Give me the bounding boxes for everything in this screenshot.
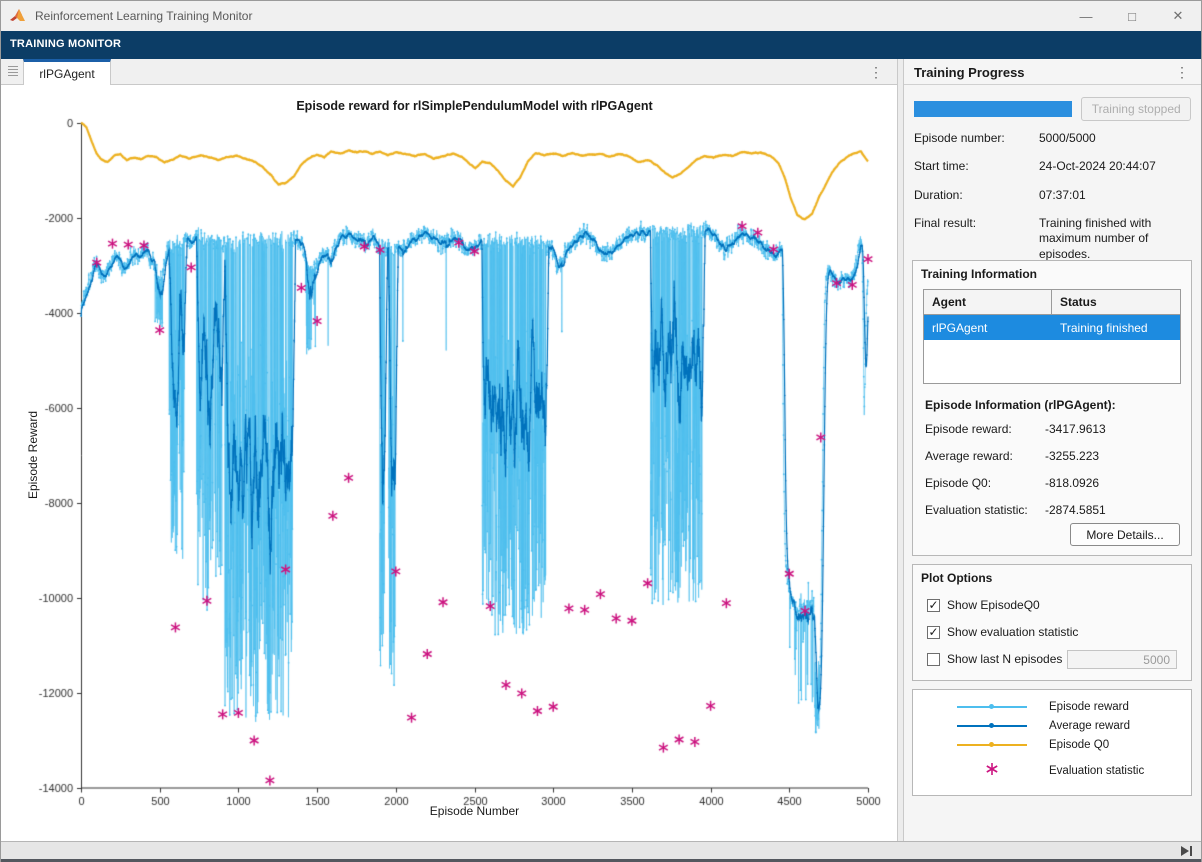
episode-number-value: 5000/5000 bbox=[1039, 131, 1191, 146]
y-axis-label: Episode Reward bbox=[26, 395, 40, 515]
panel-header: Training Progress ⋮ bbox=[904, 59, 1201, 85]
episode-reward-label: Episode reward: bbox=[925, 422, 1045, 436]
training-plot-canvas[interactable] bbox=[1, 86, 897, 841]
window-controls: — □ ✕ bbox=[1063, 1, 1201, 31]
table-header-row: Agent Status bbox=[924, 290, 1180, 315]
minimize-button[interactable]: — bbox=[1063, 1, 1109, 31]
duration-label: Duration: bbox=[914, 188, 1039, 203]
show-last-n-episodes-label: Show last N episodes bbox=[947, 652, 1062, 666]
show-episodeq0-checkbox[interactable]: ✓ bbox=[927, 599, 940, 612]
evaluation-statistic-value: -2874.5851 bbox=[1045, 503, 1106, 517]
average-reward-row: Average reward: -3255.223 bbox=[925, 449, 1191, 463]
show-last-n-episodes-checkbox[interactable] bbox=[927, 653, 940, 666]
status-cell: Training finished bbox=[1052, 315, 1180, 340]
show-last-n-episodes-row: Show last N episodes bbox=[927, 650, 1191, 668]
bottom-status-strip bbox=[1, 841, 1201, 859]
evaluation-statistic-row: Evaluation statistic: -2874.5851 bbox=[925, 503, 1191, 517]
average-reward-value: -3255.223 bbox=[1045, 449, 1099, 463]
progress-row: Training stopped bbox=[914, 97, 1191, 121]
episode-number-label: Episode number: bbox=[914, 131, 1039, 146]
start-time-value: 24-Oct-2024 20:44:07 bbox=[1039, 159, 1191, 174]
close-button[interactable]: ✕ bbox=[1155, 1, 1201, 31]
progress-info-rows: Episode number: 5000/5000 Start time: 24… bbox=[914, 131, 1191, 262]
final-result-row: Final result: Training finished with max… bbox=[914, 216, 1191, 262]
progress-fill bbox=[914, 101, 1072, 117]
panel-title: Training Progress bbox=[904, 59, 1201, 80]
show-evaluation-statistic-label: Show evaluation statistic bbox=[947, 625, 1078, 639]
expand-right-arrow-icon[interactable] bbox=[1181, 846, 1195, 856]
duration-row: Duration: 07:37:01 bbox=[914, 188, 1191, 203]
average-reward-swatch-icon bbox=[957, 719, 1027, 732]
tab-grip-icon[interactable] bbox=[8, 66, 18, 77]
episode-q0-swatch-icon bbox=[957, 738, 1027, 751]
panel-menu-icon[interactable]: ⋮ bbox=[1175, 65, 1189, 79]
legend-item-evaluation-statistic: Evaluation statistic bbox=[957, 761, 1191, 780]
document-pane: rlPGAgent ⋮ Episode reward for rlSimpleP… bbox=[1, 59, 897, 841]
start-time-label: Start time: bbox=[914, 159, 1039, 174]
legend-item-episode-reward: Episode reward bbox=[957, 697, 1191, 716]
final-result-value: Training finished with maximum number of… bbox=[1039, 216, 1191, 262]
episode-reward-swatch-icon bbox=[957, 700, 1027, 713]
chart-legend: Episode reward Average reward Episode Q0 bbox=[912, 689, 1192, 796]
pane-divider[interactable] bbox=[897, 59, 904, 841]
training-information-group: Training Information Agent Status rlPGAg… bbox=[912, 260, 1192, 556]
episode-stat-rows: Episode reward: -3417.9613 Average rewar… bbox=[925, 422, 1191, 517]
training-progress-bar bbox=[914, 101, 1072, 117]
training-information-title: Training Information bbox=[913, 261, 1191, 283]
last-n-episodes-input[interactable] bbox=[1067, 650, 1177, 669]
agent-status-table: Agent Status rlPGAgent Training finished bbox=[923, 289, 1181, 384]
maximize-button[interactable]: □ bbox=[1109, 1, 1155, 31]
agent-column-header[interactable]: Agent bbox=[924, 290, 1052, 314]
episode-q0-label: Episode Q0: bbox=[925, 476, 1045, 490]
status-column-header[interactable]: Status bbox=[1052, 290, 1180, 314]
legend-episode-q0-label: Episode Q0 bbox=[1049, 739, 1109, 751]
episode-number-row: Episode number: 5000/5000 bbox=[914, 131, 1191, 146]
evaluation-statistic-star-icon bbox=[957, 762, 1027, 779]
legend-episode-reward-label: Episode reward bbox=[1049, 701, 1129, 713]
training-stopped-button[interactable]: Training stopped bbox=[1081, 97, 1191, 121]
show-evaluation-statistic-checkbox[interactable]: ✓ bbox=[927, 626, 940, 639]
titlebar: Reinforcement Learning Training Monitor … bbox=[1, 1, 1201, 31]
tab-rlpgagent[interactable]: rlPGAgent bbox=[23, 59, 111, 85]
training-figure: Episode reward for rlSimplePendulumModel… bbox=[1, 86, 897, 841]
main-area: rlPGAgent ⋮ Episode reward for rlSimpleP… bbox=[1, 59, 1201, 841]
duration-value: 07:37:01 bbox=[1039, 188, 1191, 203]
start-time-row: Start time: 24-Oct-2024 20:44:07 bbox=[914, 159, 1191, 174]
plot-options-title: Plot Options bbox=[913, 565, 1191, 587]
episode-reward-row: Episode reward: -3417.9613 bbox=[925, 422, 1191, 436]
plot-options-group: Plot Options ✓ Show EpisodeQ0 ✓ Show eva… bbox=[912, 564, 1192, 681]
episode-reward-value: -3417.9613 bbox=[1045, 422, 1106, 436]
agent-cell: rlPGAgent bbox=[924, 315, 1052, 340]
chart-title: Episode reward for rlSimplePendulumModel… bbox=[81, 99, 868, 113]
legend-item-average-reward: Average reward bbox=[957, 716, 1191, 735]
x-axis-label: Episode Number bbox=[81, 804, 868, 818]
evaluation-statistic-label: Evaluation statistic: bbox=[925, 503, 1045, 517]
app-window: Reinforcement Learning Training Monitor … bbox=[0, 0, 1202, 862]
episode-information-title: Episode Information (rlPGAgent): bbox=[925, 398, 1191, 412]
episode-q0-row: Episode Q0: -818.0926 bbox=[925, 476, 1191, 490]
legend-average-reward-label: Average reward bbox=[1049, 720, 1130, 732]
toolstrip-ribbon: TRAINING MONITOR bbox=[1, 31, 1201, 59]
episode-q0-value: -818.0926 bbox=[1045, 476, 1099, 490]
legend-item-episode-q0: Episode Q0 bbox=[957, 735, 1191, 754]
more-details-button[interactable]: More Details... bbox=[1070, 523, 1180, 546]
window-title: Reinforcement Learning Training Monitor bbox=[35, 9, 252, 23]
legend-evaluation-statistic-label: Evaluation statistic bbox=[1049, 765, 1144, 777]
average-reward-label: Average reward: bbox=[925, 449, 1045, 463]
show-episodeq0-row: ✓ Show EpisodeQ0 bbox=[927, 596, 1191, 614]
tab-overflow-menu-icon[interactable]: ⋮ bbox=[869, 65, 883, 79]
tab-strip: rlPGAgent ⋮ bbox=[1, 59, 897, 85]
show-evaluation-statistic-row: ✓ Show evaluation statistic bbox=[927, 623, 1191, 641]
matlab-logo-icon bbox=[9, 7, 27, 25]
final-result-label: Final result: bbox=[914, 216, 1039, 262]
training-progress-panel: Training Progress ⋮ Training stopped Epi… bbox=[904, 59, 1201, 841]
ribbon-tab-training-monitor[interactable]: TRAINING MONITOR bbox=[1, 31, 1201, 50]
table-row[interactable]: rlPGAgent Training finished bbox=[924, 315, 1180, 340]
show-episodeq0-label: Show EpisodeQ0 bbox=[947, 598, 1040, 612]
